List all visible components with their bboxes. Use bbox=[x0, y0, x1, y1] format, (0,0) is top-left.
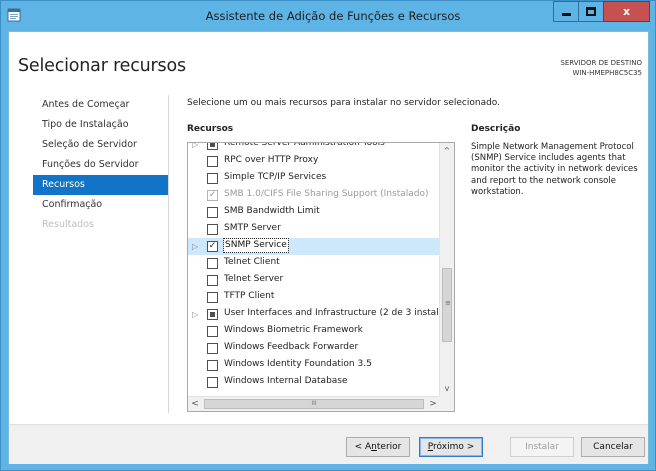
feature-checkbox[interactable] bbox=[207, 156, 218, 167]
description-header: Descrição bbox=[471, 124, 521, 134]
features-list[interactable]: ▷ Remote Server Administration Tools RPC o… bbox=[187, 142, 455, 412]
back-button-rest: terior bbox=[376, 442, 402, 452]
minimize-icon bbox=[561, 13, 571, 16]
feature-label: SMTP Server bbox=[224, 223, 281, 233]
feature-label: TFTP Client bbox=[224, 291, 275, 301]
maximize-button[interactable] bbox=[578, 1, 604, 22]
feature-row[interactable]: SMTP Server bbox=[188, 221, 440, 238]
feature-label: Telnet Client bbox=[224, 257, 280, 267]
feature-checkbox[interactable] bbox=[207, 292, 218, 303]
feature-label: Windows Identity Foundation 3.5 bbox=[224, 359, 372, 369]
nav-item-selecao-de-servidor[interactable]: Seleção de Servidor bbox=[33, 135, 169, 155]
feature-checkbox[interactable] bbox=[207, 224, 218, 235]
vertical-scrollbar[interactable]: ^ ≡ v bbox=[439, 143, 454, 396]
partial-check-icon bbox=[210, 143, 215, 147]
feature-row[interactable]: ▷ User Interfaces and Infrastructure (2 d… bbox=[188, 306, 454, 323]
feature-row[interactable]: ▷ Remote Server Administration Tools bbox=[188, 142, 440, 153]
wizard-window: Assistente de Adição de Funções e Recurs… bbox=[0, 0, 656, 471]
destination-server: SERVIDOR DE DESTINO WIN-HMEPH8C5C35 bbox=[560, 58, 642, 78]
maximize-icon bbox=[586, 7, 596, 16]
feature-label: SNMP Service bbox=[223, 238, 289, 253]
vertical-scroll-thumb[interactable]: ≡ bbox=[442, 268, 452, 342]
nav-item-confirmacao[interactable]: Confirmação bbox=[33, 195, 169, 215]
feature-checkbox[interactable] bbox=[207, 377, 218, 388]
feature-row[interactable]: ▷ ✓ SNMP Service bbox=[188, 238, 440, 255]
feature-row[interactable]: TFTP Client bbox=[188, 289, 440, 306]
feature-checkbox[interactable] bbox=[207, 207, 218, 218]
feature-checkbox: ✓ bbox=[207, 190, 218, 201]
feature-label: Simple TCP/IP Services bbox=[224, 172, 327, 182]
feature-checkbox[interactable] bbox=[207, 143, 218, 150]
scroll-down-icon[interactable]: v bbox=[440, 381, 454, 396]
expand-arrow-icon[interactable]: ▷ bbox=[192, 143, 200, 149]
description-text: Simple Network Management Protocol (SNMP… bbox=[471, 142, 638, 197]
back-button[interactable]: < Anterior bbox=[346, 437, 410, 457]
nav-item-recursos[interactable]: Recursos bbox=[33, 175, 169, 195]
partial-check-icon bbox=[210, 312, 215, 317]
feature-row[interactable]: ✓ SMB 1.0/CIFS File Sharing Support (Inst… bbox=[188, 187, 440, 204]
checkmark-icon: ✓ bbox=[208, 241, 217, 251]
minimize-button[interactable] bbox=[553, 1, 579, 22]
nav-item-antes-de-comecar[interactable]: Antes de Começar bbox=[33, 95, 169, 115]
back-button-prefix: < A bbox=[354, 442, 372, 452]
title-bar[interactable]: Assistente de Adição de Funções e Recurs… bbox=[1, 1, 655, 31]
feature-row[interactable]: Windows Feedback Forwarder bbox=[188, 340, 440, 357]
feature-label: SMB 1.0/CIFS File Sharing Support (Insta… bbox=[224, 189, 429, 199]
feature-label: SMB Bandwidth Limit bbox=[224, 206, 320, 216]
feature-row[interactable]: SMB Bandwidth Limit bbox=[188, 204, 440, 221]
features-header: Recursos bbox=[187, 124, 234, 134]
feature-checkbox[interactable] bbox=[207, 343, 218, 354]
button-bar: < Anterior Próximo > Instalar Cancelar bbox=[9, 424, 648, 464]
feature-checkbox[interactable] bbox=[207, 309, 218, 320]
close-button[interactable]: x bbox=[603, 1, 650, 22]
feature-checkbox[interactable] bbox=[207, 326, 218, 337]
scrollbar-corner bbox=[439, 396, 454, 411]
feature-label: User Interfaces and Infrastructure (2 de… bbox=[224, 308, 455, 318]
feature-row[interactable]: Windows Internal Database bbox=[188, 374, 440, 391]
next-button[interactable]: Próximo > bbox=[419, 437, 483, 457]
nav-item-funcoes-do-servidor[interactable]: Funções do Servidor bbox=[33, 155, 169, 175]
feature-row[interactable]: Telnet Server bbox=[188, 272, 440, 289]
horizontal-scrollbar[interactable]: < III > bbox=[188, 396, 440, 411]
nav-item-tipo-de-instalacao[interactable]: Tipo de Instalação bbox=[33, 115, 169, 135]
cancel-button[interactable]: Cancelar bbox=[581, 437, 645, 457]
feature-label: Windows Feedback Forwarder bbox=[224, 342, 359, 352]
nav-divider bbox=[168, 95, 169, 413]
destination-label: SERVIDOR DE DESTINO bbox=[560, 59, 642, 67]
scroll-right-icon[interactable]: > bbox=[426, 397, 440, 411]
checkmark-icon: ✓ bbox=[208, 190, 217, 200]
destination-name: WIN-HMEPH8C5C35 bbox=[572, 69, 642, 77]
intro-text: Selecione um ou mais recursos para insta… bbox=[187, 98, 501, 108]
page-title: Selecionar recursos bbox=[18, 56, 186, 76]
expand-arrow-icon[interactable]: ▷ bbox=[192, 310, 200, 319]
nav-item-resultados: Resultados bbox=[42, 219, 94, 230]
feature-row[interactable]: Windows Biometric Framework bbox=[188, 323, 440, 340]
feature-label: Remote Server Administration Tools bbox=[224, 142, 385, 148]
feature-row[interactable]: Windows Identity Foundation 3.5 bbox=[188, 357, 440, 374]
feature-label: Telnet Server bbox=[224, 274, 284, 284]
feature-checkbox[interactable] bbox=[207, 275, 218, 286]
features-tree: ▷ Remote Server Administration Tools RPC o… bbox=[188, 142, 454, 391]
grip-icon: ≡ bbox=[445, 299, 451, 307]
scroll-up-icon[interactable]: ^ bbox=[440, 143, 454, 158]
feature-checkbox[interactable]: ✓ bbox=[207, 241, 218, 252]
feature-checkbox[interactable] bbox=[207, 173, 218, 184]
horizontal-scroll-thumb[interactable]: III bbox=[204, 399, 424, 409]
install-button: Instalar bbox=[510, 437, 574, 457]
feature-label: Windows Internal Database bbox=[224, 376, 348, 386]
close-icon: x bbox=[622, 5, 631, 18]
wizard-steps-nav: Antes de Começar Tipo de Instalação Sele… bbox=[33, 95, 169, 235]
feature-row[interactable]: RPC over HTTP Proxy bbox=[188, 153, 440, 170]
feature-label: RPC over HTTP Proxy bbox=[224, 155, 319, 165]
feature-label: Windows Biometric Framework bbox=[224, 325, 363, 335]
next-button-rest: róximo > bbox=[433, 442, 475, 452]
feature-row[interactable]: Telnet Client bbox=[188, 255, 440, 272]
feature-checkbox[interactable] bbox=[207, 360, 218, 371]
expand-arrow-icon[interactable]: ▷ bbox=[192, 242, 200, 251]
scroll-left-icon[interactable]: < bbox=[188, 397, 202, 411]
feature-checkbox[interactable] bbox=[207, 258, 218, 269]
wizard-content: Selecionar recursos SERVIDOR DE DESTINO … bbox=[8, 31, 649, 464]
feature-row[interactable]: Simple TCP/IP Services bbox=[188, 170, 440, 187]
